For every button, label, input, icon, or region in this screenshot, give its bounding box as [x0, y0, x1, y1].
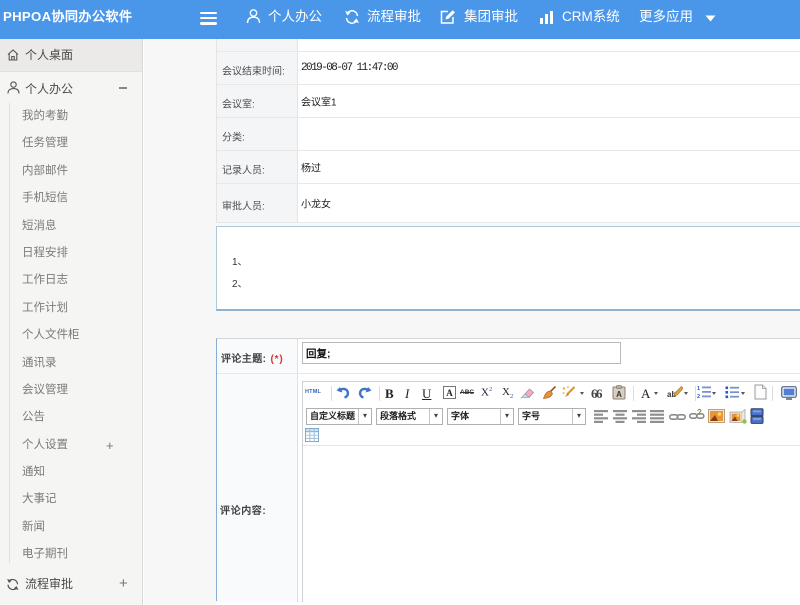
svg-text:2: 2	[697, 394, 700, 399]
svg-text:A: A	[616, 390, 622, 399]
svg-text:?: ?	[697, 409, 702, 417]
svg-text:1: 1	[697, 386, 700, 392]
